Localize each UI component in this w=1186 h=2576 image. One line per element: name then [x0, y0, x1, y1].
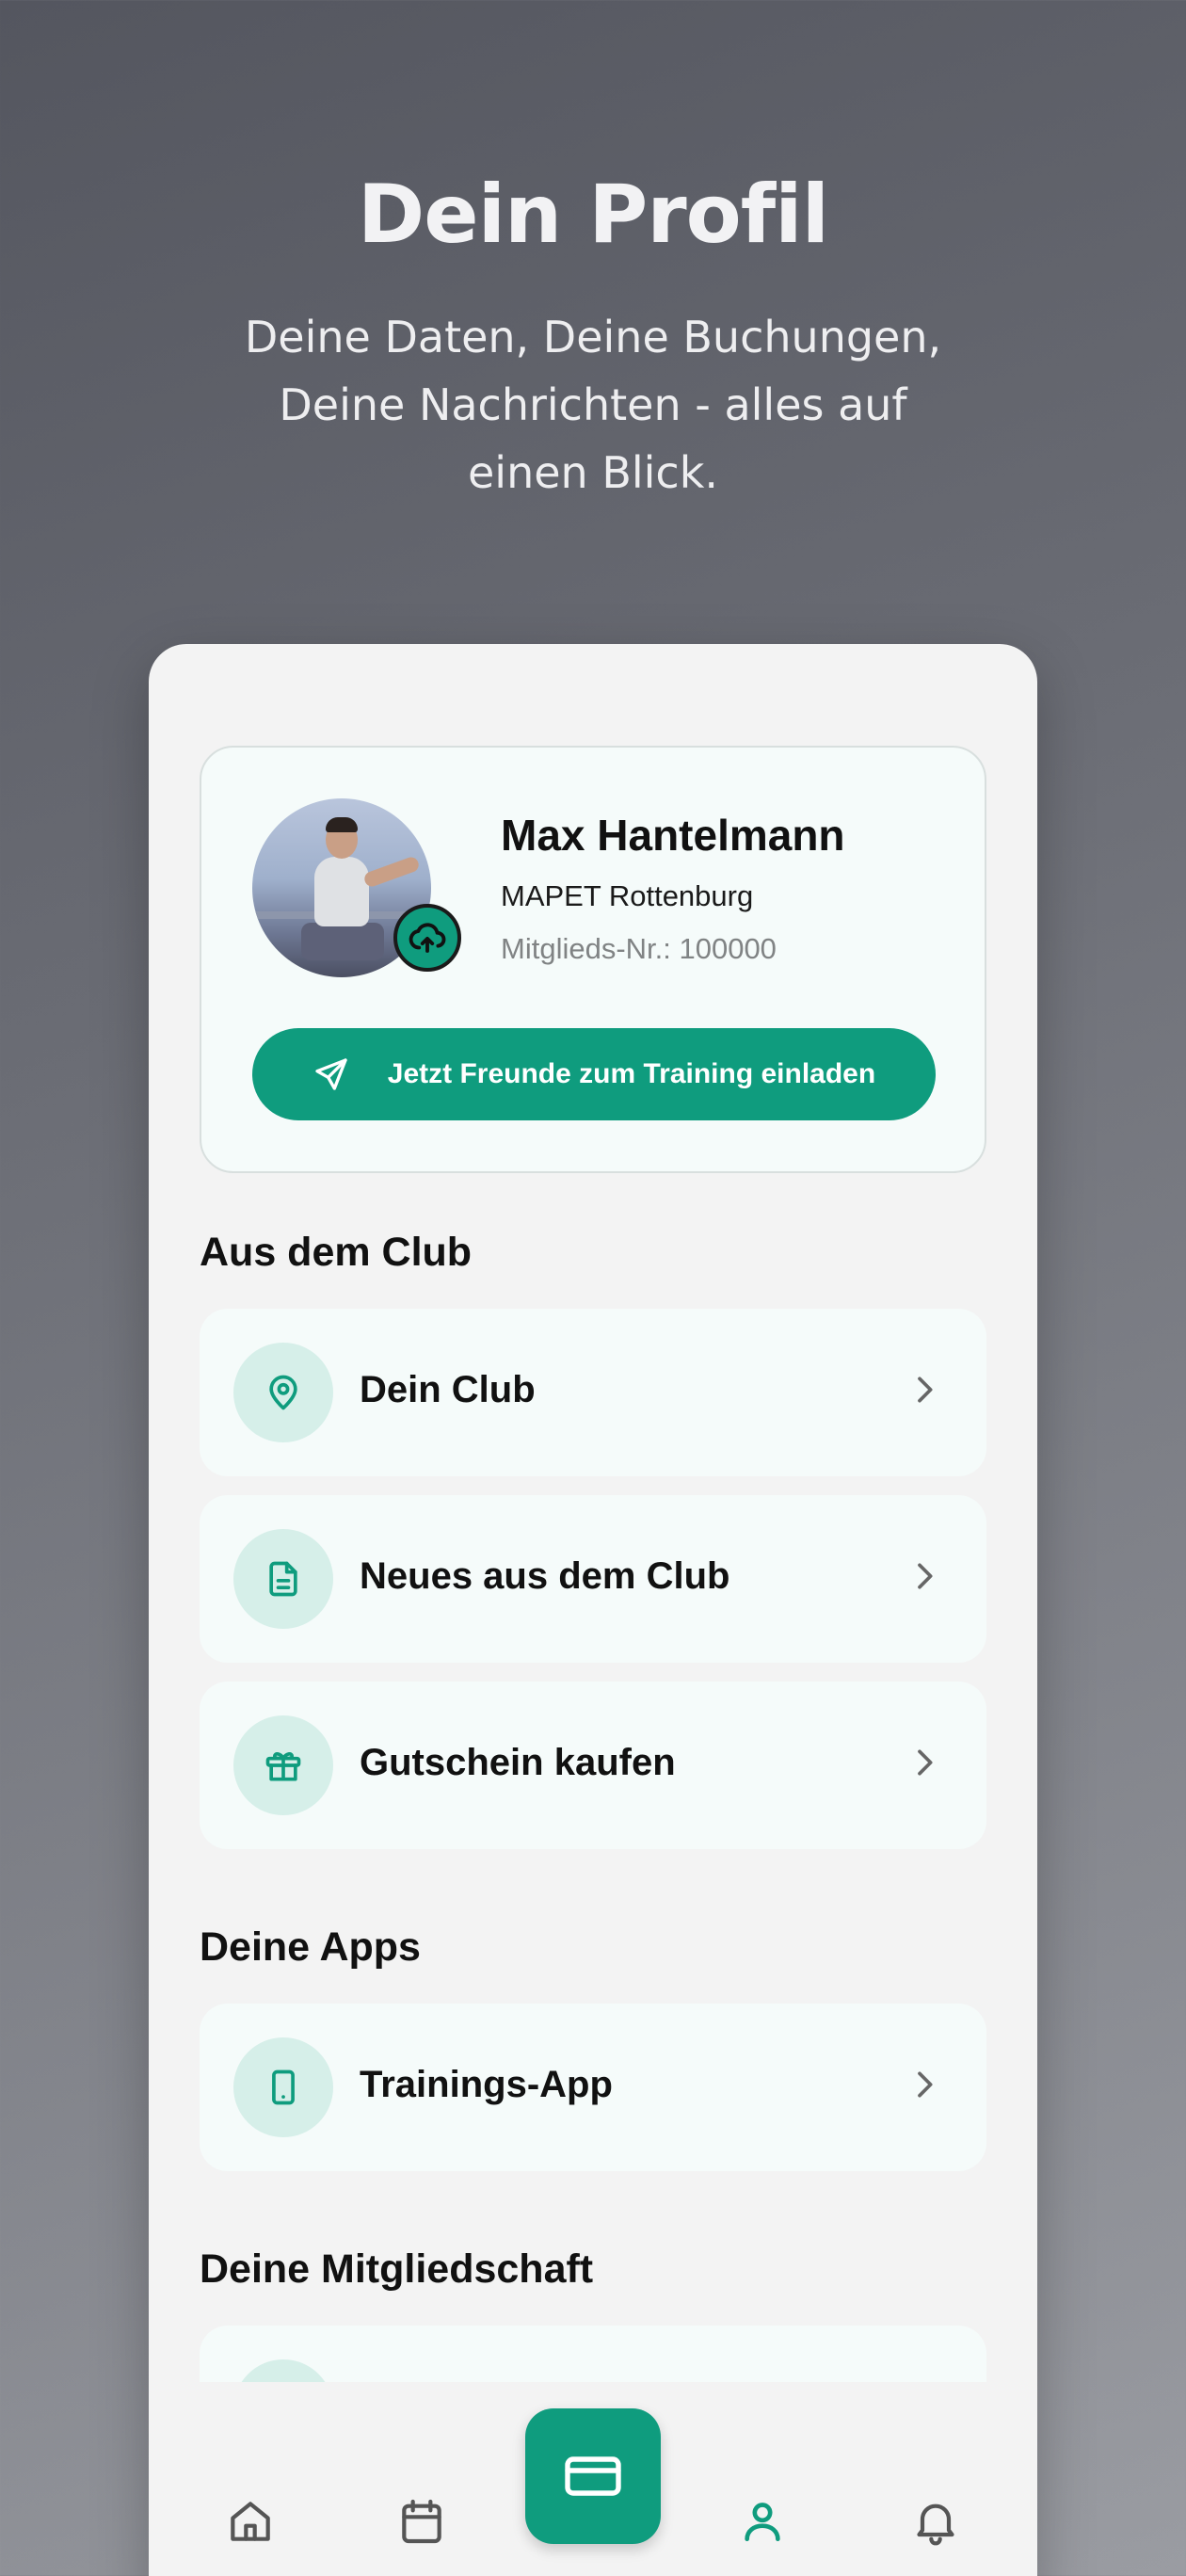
nav-membership-card[interactable]: [525, 2408, 661, 2544]
list-item-label: Dein Club: [360, 1369, 536, 1410]
send-icon: [315, 1058, 347, 1090]
upload-photo-button[interactable]: [393, 904, 461, 972]
list-item-trainings-app[interactable]: Trainings-App: [200, 2004, 986, 2171]
section-title-club: Aus dem Club: [200, 1230, 473, 1275]
cloud-upload-icon: [409, 923, 446, 953]
card-icon: [565, 2456, 621, 2496]
profile-club: MAPET Rottenburg: [501, 879, 754, 912]
location-pin-icon: [269, 1375, 297, 1410]
profile-name: Max Hantelmann: [501, 811, 845, 860]
gift-icon: [265, 1752, 301, 1781]
nav-profile[interactable]: [734, 2493, 791, 2550]
list-item-neues-aus-dem-club[interactable]: Neues aus dem Club: [200, 1495, 986, 1663]
hero-title: Dein Profil: [357, 168, 829, 262]
list-item-label: Trainings-App: [360, 2064, 613, 2105]
chevron-right-icon: [918, 1377, 933, 1403]
chevron-right-icon: [918, 1749, 933, 1776]
avatar-photo-detail: [326, 817, 358, 832]
nav-calendar[interactable]: [393, 2493, 450, 2550]
avatar-photo-detail: [301, 923, 384, 960]
icon-circle: [233, 2037, 333, 2137]
bottom-navigation: [149, 2382, 1037, 2576]
phone-screen: Max Hantelmann MAPET Rottenburg Mitglied…: [149, 644, 1037, 2576]
hero-subtitle-line: Deine Nachrichten - alles auf: [279, 379, 907, 430]
avatar-photo-detail: [362, 855, 421, 889]
section-title-apps: Deine Apps: [200, 1924, 421, 1970]
document-icon: [269, 1561, 297, 1597]
chevron-right-icon: [918, 2071, 933, 2098]
hero-subtitle-line: einen Blick.: [468, 447, 718, 498]
list-item-label: Neues aus dem Club: [360, 1555, 730, 1597]
section-title-membership: Deine Mitgliedschaft: [200, 2246, 594, 2292]
nav-notifications[interactable]: [907, 2493, 964, 2550]
smartphone-icon: [272, 2069, 295, 2105]
hero-subtitle-line: Deine Daten, Deine Buchungen,: [244, 312, 942, 362]
icon-circle: [233, 1529, 333, 1629]
icon-circle: [233, 1343, 333, 1442]
chevron-right-icon: [918, 1563, 933, 1589]
hero-subtitle: Deine Daten, Deine Buchungen, Deine Nach…: [216, 303, 970, 507]
list-item-gutschein-kaufen[interactable]: Gutschein kaufen: [200, 1682, 986, 1849]
avatar-photo-detail: [314, 857, 369, 926]
profile-icon: [745, 2503, 780, 2541]
member-number: Mitglieds-Nr.: 100000: [501, 932, 777, 965]
list-item-label: Gutschein kaufen: [360, 1742, 676, 1783]
bell-icon: [917, 2504, 954, 2546]
icon-circle: [233, 1715, 333, 1815]
invite-friends-label: Jetzt Freunde zum Training einladen: [387, 1058, 876, 1089]
invite-friends-button[interactable]: Jetzt Freunde zum Training einladen: [252, 1028, 936, 1120]
nav-home[interactable]: [222, 2493, 279, 2550]
home-icon: [231, 2502, 270, 2541]
calendar-icon: [402, 2499, 441, 2544]
list-item-dein-club[interactable]: Dein Club: [200, 1309, 986, 1476]
profile-card: Max Hantelmann MAPET Rottenburg Mitglied…: [200, 746, 986, 1173]
